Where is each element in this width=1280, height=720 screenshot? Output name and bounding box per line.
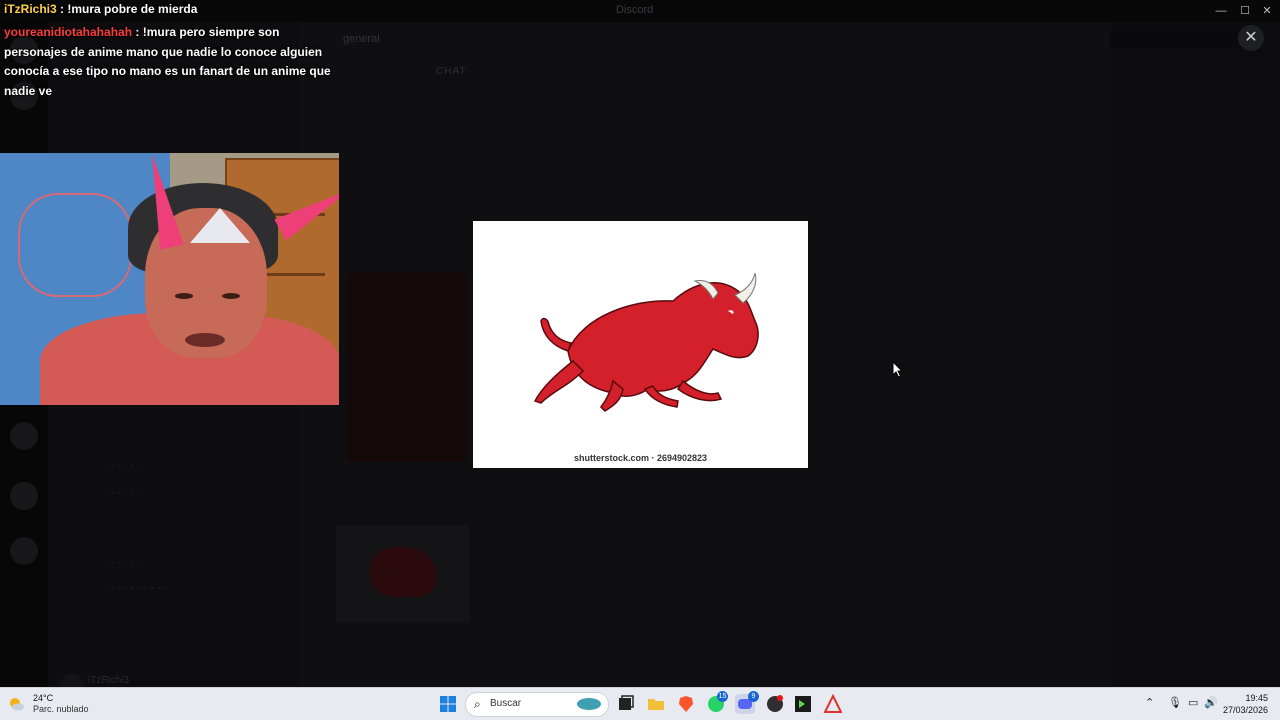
mouse-cursor-icon	[892, 361, 904, 378]
chat-message: youreanidiotahahahah : !mura pero siempr…	[4, 23, 334, 101]
close-viewer-button[interactable]: ✕	[1238, 25, 1264, 51]
task-view-icon[interactable]	[616, 694, 636, 714]
minimize-button[interactable]: —	[1210, 2, 1232, 20]
chat-username: iTzRichi3	[4, 2, 57, 16]
mouth	[185, 333, 225, 347]
windows-start-icon[interactable]	[438, 694, 458, 714]
chat-separator: :	[56, 2, 68, 16]
server-icon[interactable]	[10, 537, 38, 565]
weather-temp: 24°C	[33, 693, 54, 703]
crown	[190, 208, 250, 243]
terminal-icon[interactable]	[793, 694, 813, 714]
channel-item[interactable]: · · · · ·	[110, 487, 141, 499]
close-window-button[interactable]: ✕	[1256, 2, 1278, 20]
board-drawing	[18, 193, 132, 297]
search-placeholder: Buscar	[490, 698, 522, 709]
search-input[interactable]	[1110, 30, 1250, 48]
widgets-icon	[577, 698, 601, 710]
watermark: shutterstock.com · 2694902823	[573, 453, 708, 463]
eye	[222, 293, 240, 299]
system-clock[interactable]: 19:45 27/03/2026	[1223, 692, 1268, 716]
discord-badge: 9	[748, 691, 759, 702]
bull-illustration	[533, 272, 759, 412]
username: iTzRichi3	[88, 675, 130, 686]
obs-icon[interactable]	[765, 694, 785, 714]
weather-condition: Parc. nublado	[33, 704, 89, 714]
volume-icon[interactable]: 🔊	[1204, 696, 1218, 709]
tab-chat[interactable]: CHAT	[436, 66, 466, 77]
chat-text: !mura pobre de mierda	[67, 2, 198, 16]
network-icon[interactable]: ▭	[1188, 696, 1198, 709]
server-icon[interactable]	[10, 422, 38, 450]
search-icon: ⌕	[474, 697, 481, 711]
brave-icon[interactable]	[676, 694, 696, 714]
chat-separator: :	[132, 25, 143, 39]
image-preview[interactable]: shutterstock.com · 2694902823	[473, 221, 808, 468]
chevron-up-icon[interactable]: ⌃	[1145, 696, 1154, 709]
webcam-overlay	[0, 153, 339, 405]
file-explorer-icon[interactable]	[646, 694, 666, 714]
embedded-image[interactable]	[347, 272, 467, 462]
taskbar: 24°C Parc. nublado ⌕ Buscar 15 9 ⌃ 🎙 ▭ 🔊…	[0, 687, 1280, 720]
maximize-button[interactable]: ☐	[1234, 2, 1256, 20]
member-list	[1112, 22, 1280, 688]
weather-icon	[10, 698, 24, 711]
taskbar-search[interactable]: ⌕ Buscar	[465, 692, 609, 717]
image-thumbnail[interactable]	[336, 525, 470, 623]
channel-item[interactable]: · · · · ·	[110, 557, 141, 569]
chat-username: youreanidiotahahahah	[4, 25, 133, 39]
channel-item[interactable]: · · · · · · · · ·	[110, 582, 167, 594]
clock-date: 27/03/2026	[1222, 705, 1268, 715]
channel-item[interactable]: · · · · ·	[110, 460, 141, 472]
app-icon[interactable]	[823, 694, 843, 714]
microphone-icon[interactable]: 🎙	[1168, 696, 1182, 709]
window-title: Discord	[616, 4, 654, 16]
clock-time: 19:45	[1245, 693, 1268, 703]
chat-message: iTzRichi3 : !mura pobre de mierda	[4, 0, 334, 20]
server-icon[interactable]	[10, 482, 38, 510]
channel-title: general	[343, 33, 380, 45]
whatsapp-badge: 15	[717, 691, 728, 702]
eye	[175, 293, 193, 299]
